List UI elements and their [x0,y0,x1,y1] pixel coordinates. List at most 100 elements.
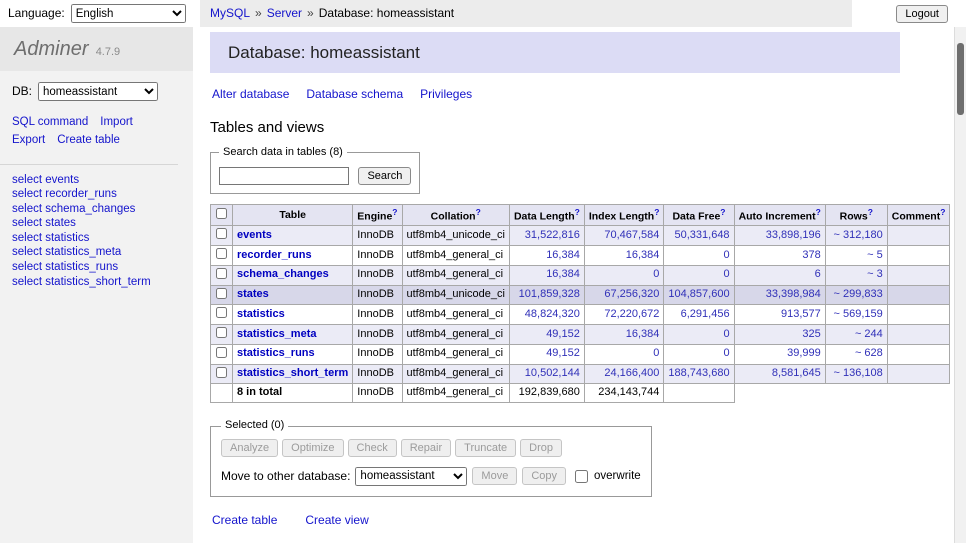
data-length-link[interactable]: 49,152 [546,328,580,340]
overwrite-checkbox[interactable] [575,470,588,483]
auto-increment-link[interactable]: 33,398,984 [766,288,821,300]
row-checkbox[interactable] [216,307,227,318]
repair-button[interactable]: Repair [401,439,451,457]
breadcrumb-link-server[interactable]: Server [267,6,302,21]
data-length-link[interactable]: 49,152 [546,347,580,359]
auto-increment-link[interactable]: 913,577 [781,308,821,320]
index-length-link[interactable]: 67,256,320 [604,288,659,300]
sidebar-item-select-statistics-runs[interactable]: select statistics_runs [12,261,181,275]
data-length-link[interactable]: 16,384 [546,249,580,261]
analyze-button[interactable]: Analyze [221,439,278,457]
breadcrumb-link-mysql[interactable]: MySQL [210,6,250,21]
index-length-link[interactable]: 72,220,672 [604,308,659,320]
sidebar-item-select-recorder-runs[interactable]: select recorder_runs [12,188,181,202]
row-checkbox[interactable] [216,248,227,259]
help-link[interactable]: ? [816,207,821,217]
truncate-button[interactable]: Truncate [455,439,516,457]
index-length-link[interactable]: 16,384 [626,328,660,340]
create-view-link[interactable]: Create view [305,513,368,528]
row-checkbox[interactable] [216,347,227,358]
help-link[interactable]: ? [868,207,873,217]
move-button[interactable]: Move [472,467,517,485]
rows-count-link[interactable]: ~ 569,159 [834,308,883,320]
help-link[interactable]: ? [575,207,580,217]
data-free-link[interactable]: 104,857,600 [668,288,729,300]
move-database-select[interactable]: homeassistant [355,467,467,486]
rows-count-link[interactable]: ~ 5 [867,249,883,261]
logout-button[interactable]: Logout [896,5,948,23]
sidebar-item-select-statistics[interactable]: select statistics [12,232,181,246]
table-link[interactable]: statistics_short_term [237,367,348,379]
index-length-link[interactable]: 70,467,584 [604,229,659,241]
sidebar-link-sql-command[interactable]: SQL command [12,114,88,132]
table-link[interactable]: statistics_runs [237,347,315,359]
auto-increment-link[interactable]: 8,581,645 [772,367,821,379]
help-link[interactable]: ? [654,207,659,217]
help-link[interactable]: ? [940,207,945,217]
sidebar-item-select-statistics-short-term[interactable]: select statistics_short_term [12,276,181,290]
help-link[interactable]: ? [392,207,397,217]
auto-increment-link[interactable]: 325 [802,328,820,340]
vertical-scrollbar[interactable] [954,27,966,543]
auto-increment-link[interactable]: 6 [815,268,821,280]
data-free-link[interactable]: 0 [723,268,729,280]
table-link[interactable]: schema_changes [237,268,329,280]
row-checkbox[interactable] [216,268,227,279]
link-database-schema[interactable]: Database schema [306,87,403,102]
sidebar-item-select-events[interactable]: select events [12,174,181,188]
data-length-link[interactable]: 48,824,320 [525,308,580,320]
rows-count-link[interactable]: ~ 244 [855,328,883,340]
auto-increment-link[interactable]: 39,999 [787,347,821,359]
table-link[interactable]: events [237,229,272,241]
data-length-link[interactable]: 101,859,328 [519,288,580,300]
sidebar-item-select-statistics-meta[interactable]: select statistics_meta [12,246,181,260]
rows-count-link[interactable]: ~ 136,108 [834,367,883,379]
check-button[interactable]: Check [348,439,397,457]
index-length-link[interactable]: 0 [653,268,659,280]
link-privileges[interactable]: Privileges [420,87,472,102]
language-select[interactable]: English [71,4,186,23]
scrollbar-thumb[interactable] [957,43,964,115]
db-select[interactable]: homeassistant [38,82,158,101]
data-length-link[interactable]: 31,522,816 [525,229,580,241]
create-table-link[interactable]: Create table [212,513,277,528]
data-free-link[interactable]: 0 [723,249,729,261]
rows-count-link[interactable]: ~ 628 [855,347,883,359]
link-alter-database[interactable]: Alter database [212,87,289,102]
search-button[interactable]: Search [358,167,411,185]
data-free-link[interactable]: 50,331,648 [675,229,730,241]
copy-button[interactable]: Copy [522,467,566,485]
row-checkbox[interactable] [216,327,227,338]
help-link[interactable]: ? [476,207,481,217]
table-link[interactable]: statistics [237,308,285,320]
row-checkbox[interactable] [216,367,227,378]
auto-increment-link[interactable]: 33,898,196 [766,229,821,241]
row-checkbox[interactable] [216,228,227,239]
sidebar-link-export[interactable]: Export [12,132,45,150]
index-length-link[interactable]: 0 [653,347,659,359]
sidebar-item-select-schema-changes[interactable]: select schema_changes [12,203,181,217]
rows-count-link[interactable]: ~ 299,833 [834,288,883,300]
help-link[interactable]: ? [720,207,725,217]
row-checkbox[interactable] [216,288,227,299]
drop-button[interactable]: Drop [520,439,562,457]
sidebar-item-select-states[interactable]: select states [12,217,181,231]
data-length-link[interactable]: 16,384 [546,268,580,280]
sidebar-link-create-table[interactable]: Create table [57,132,120,150]
data-length-link[interactable]: 10,502,144 [525,367,580,379]
rows-count-link[interactable]: ~ 312,180 [834,229,883,241]
auto-increment-link[interactable]: 378 [802,249,820,261]
index-length-link[interactable]: 24,166,400 [604,367,659,379]
rows-count-link[interactable]: ~ 3 [867,268,883,280]
data-free-link[interactable]: 0 [723,347,729,359]
index-length-link[interactable]: 16,384 [626,249,660,261]
data-free-link[interactable]: 6,291,456 [681,308,730,320]
sidebar-link-import[interactable]: Import [100,114,133,132]
optimize-button[interactable]: Optimize [282,439,343,457]
table-link[interactable]: states [237,288,269,300]
search-input[interactable] [219,167,349,185]
table-link[interactable]: statistics_meta [237,328,317,340]
data-free-link[interactable]: 188,743,680 [668,367,729,379]
data-free-link[interactable]: 0 [723,328,729,340]
table-link[interactable]: recorder_runs [237,249,312,261]
